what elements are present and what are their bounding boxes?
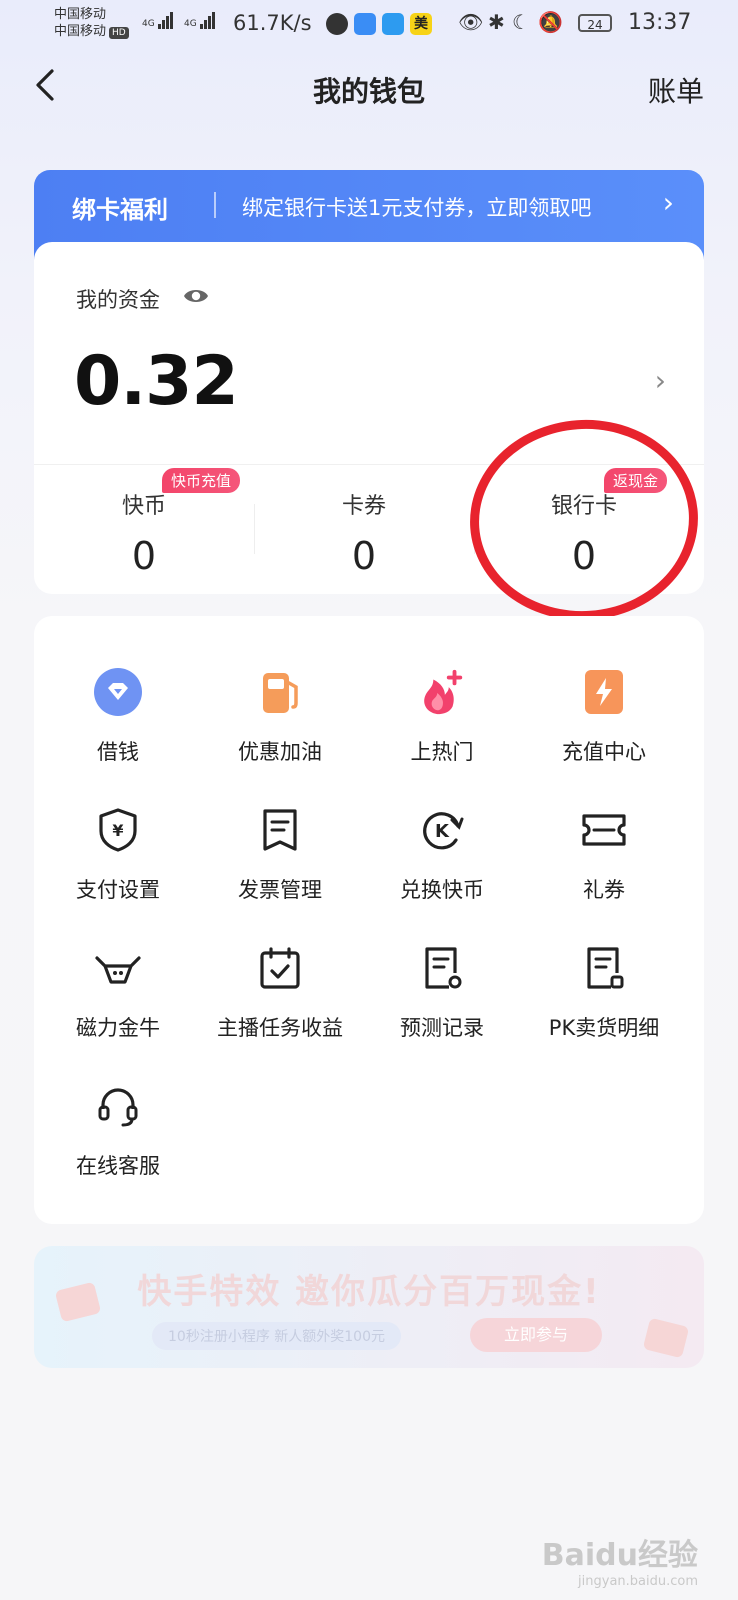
lightning-icon [578,666,630,718]
banner-title: 绑卡福利 [72,196,168,224]
net-type-1: 4G [142,19,155,29]
mute-bell-icon: 🔕 [538,10,563,34]
service-prediction-records[interactable]: 预测记录 [358,942,526,1042]
meituan-icon: 美 [410,13,432,35]
hd-badge: HD [109,27,129,39]
stat-label: 卡券 [341,494,386,519]
service-invoice[interactable]: 发票管理 [196,804,364,904]
kuaibi-recharge-badge[interactable]: 快币充值 [162,468,241,493]
service-label: 在线客服 [76,1154,160,1178]
k-coin-exchange-icon: K [416,804,468,856]
battery-icon: 24 [578,14,612,32]
signal-icon-2: 4G [184,12,216,29]
service-label: 支付设置 [76,878,160,902]
calendar-check-icon [254,942,306,994]
chevron-right-icon: › [662,186,674,219]
bill-button[interactable]: 账单 [648,70,704,110]
wechat-icon [326,13,348,35]
watermark-logo: Baidu经验 [541,1538,698,1573]
service-label: 借钱 [97,740,139,764]
net-type-2: 4G [184,19,197,29]
stat-kuaibi[interactable]: 快币充值 快币 0 [34,468,254,578]
stat-value: 0 [351,534,377,578]
document-detail-icon [578,942,630,994]
service-label: 发票管理 [238,878,322,902]
service-payment-settings[interactable]: ¥ 支付设置 [34,804,202,904]
banner-divider [214,192,216,218]
headset-icon [92,1080,144,1132]
promo-banner[interactable]: 快手特效 邀你瓜分百万现金! 10秒注册小程序 新人额外奖100元 立即参与 [34,1246,704,1368]
diamond-badge-icon [92,666,144,718]
document-record-icon [416,942,468,994]
service-pk-sales-details[interactable]: PK卖货明细 [520,942,688,1042]
service-label: 礼券 [583,878,625,902]
promo-join-button[interactable]: 立即参与 [470,1318,602,1352]
ticket-icon [578,804,630,856]
service-label: 主播任务收益 [217,1016,343,1040]
svg-text:K: K [435,821,450,842]
service-host-task-income[interactable]: 主播任务收益 [196,942,364,1042]
service-label: 优惠加油 [238,740,322,764]
watermark-url: jingyan.baidu.com [578,1574,698,1589]
carrier-2: 中国移动 HD [54,23,129,40]
receipt-icon [254,804,306,856]
funds-amount[interactable]: 0.32 [74,342,239,421]
service-online-support[interactable]: 在线客服 [34,1080,202,1180]
red-envelope-icon [642,1317,690,1359]
browser-icon [382,13,404,35]
fire-plus-icon [416,666,468,718]
services-grid: 借钱 优惠加油 上热门 充值中心 ¥ 支付设置 发票管理 K 兑换快币 礼券 磁… [34,616,704,1224]
service-hot[interactable]: 上热门 [358,666,526,766]
status-bar: 中国移动 中国移动 HD 4G 4G 61.7K/s 美 👁 ✱ ☾ 🔕 24 1… [0,0,738,50]
svg-text:¥: ¥ [112,821,123,840]
service-fuel[interactable]: 优惠加油 [196,666,364,766]
funds-chevron-right-icon[interactable]: › [655,364,666,397]
service-label: 兑换快币 [400,878,484,902]
page-title: 我的钱包 [312,75,425,108]
service-label: 充值中心 [562,740,646,764]
carrier-info: 中国移动 中国移动 HD [54,6,129,40]
service-label: 预测记录 [400,1016,484,1040]
carrier-2-label: 中国移动 [54,24,107,39]
promo-subtitle: 10秒注册小程序 新人额外奖100元 [152,1322,401,1350]
service-label: 磁力金牛 [76,1016,160,1040]
yuan-shield-icon: ¥ [92,804,144,856]
clock: 13:37 [628,10,692,35]
cloud-icon [354,13,376,35]
service-recharge-center[interactable]: 充值中心 [520,666,688,766]
service-borrow[interactable]: 借钱 [34,666,202,766]
signal-icon: 4G [142,12,174,29]
service-exchange-kuaibi[interactable]: K 兑换快币 [358,804,526,904]
funds-label: 我的资金 [76,288,160,312]
promo-title: 快手特效 邀你瓜分百万现金! [137,1272,601,1312]
eye-icon: 👁 [458,10,484,34]
eye-icon[interactable] [182,284,210,308]
gas-pump-icon [254,666,306,718]
banner-text: 绑定银行卡送1元支付券，立即领取吧 [242,196,592,220]
service-magnetic-bull[interactable]: 磁力金牛 [34,942,202,1042]
service-label: PK卖货明细 [548,1016,660,1040]
stat-value: 0 [131,534,157,578]
bluetooth-icon: ✱ [488,10,505,34]
moon-icon: ☾ [512,10,530,34]
bull-icon [92,942,144,994]
stat-coupons[interactable]: 卡券 0 [254,474,474,578]
carrier-1: 中国移动 [54,7,107,22]
net-speed: 61.7K/s [233,11,312,35]
service-gift-coupon[interactable]: 礼券 [520,804,688,904]
service-label: 上热门 [410,740,474,764]
